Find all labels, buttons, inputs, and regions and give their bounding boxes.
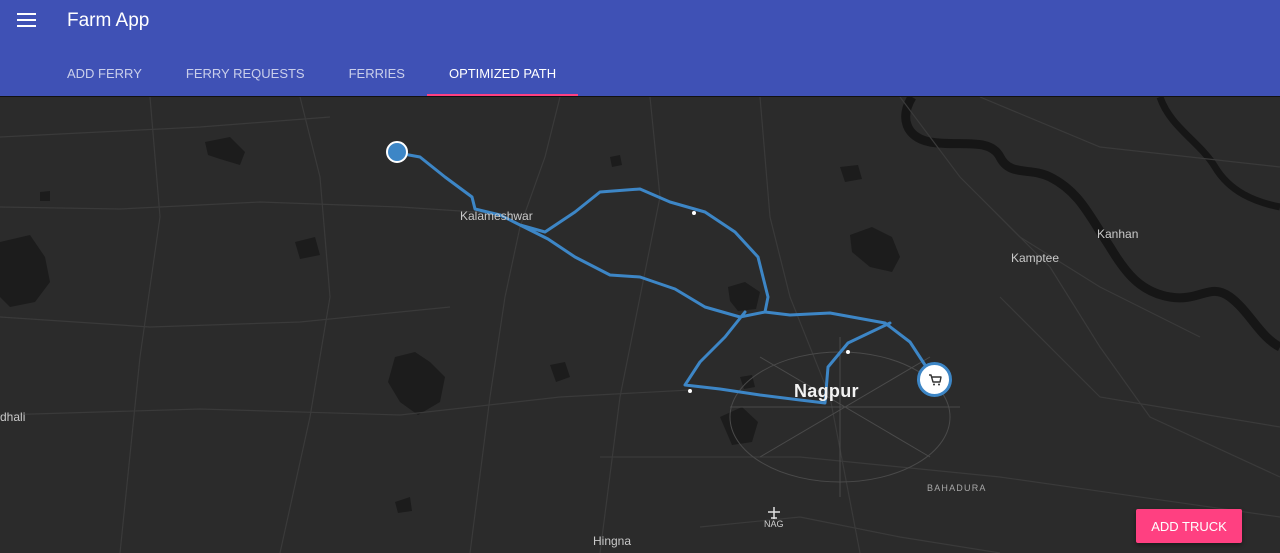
- shopping-cart-icon[interactable]: [917, 362, 952, 397]
- hamburger-menu-icon[interactable]: [12, 6, 42, 36]
- map-label-nagpur: Nagpur: [794, 381, 859, 401]
- app-title: Farm App: [67, 10, 150, 31]
- map-canvas: [0, 97, 1280, 553]
- tab-ferry-requests[interactable]: FERRY REQUESTS: [164, 54, 327, 96]
- map-label-nag: NAG: [764, 519, 784, 529]
- map-label-bahadura: BAHADURA: [927, 483, 987, 493]
- tab-bar: ADD FERRY FERRY REQUESTS FERRIES OPTIMIZ…: [45, 54, 579, 96]
- tab-add-ferry[interactable]: ADD FERRY: [45, 54, 164, 96]
- add-truck-button[interactable]: ADD TRUCK: [1136, 509, 1242, 543]
- map-label-kanhan: Kanhan: [1097, 227, 1139, 241]
- location-dot-icon[interactable]: [386, 141, 408, 163]
- tab-ferries[interactable]: FERRIES: [327, 54, 427, 96]
- map-view[interactable]: Kalameshwar Kanhan Kamptee Nagpur BAHADU…: [0, 97, 1280, 553]
- map-label-kalameshwar: Kalameshwar: [460, 209, 533, 223]
- map-label-hingna: Hingna: [593, 534, 632, 548]
- cart-glyph: [928, 373, 942, 385]
- tab-optimized-path[interactable]: OPTIMIZED PATH: [426, 54, 579, 96]
- map-top-border: [0, 96, 1280, 97]
- app-bar: Farm App ADD FERRY FERRY REQUESTS FERRIE…: [0, 0, 1280, 96]
- map-label-kamptee: Kamptee: [1011, 251, 1060, 265]
- map-label-dhali: dhali: [0, 410, 26, 424]
